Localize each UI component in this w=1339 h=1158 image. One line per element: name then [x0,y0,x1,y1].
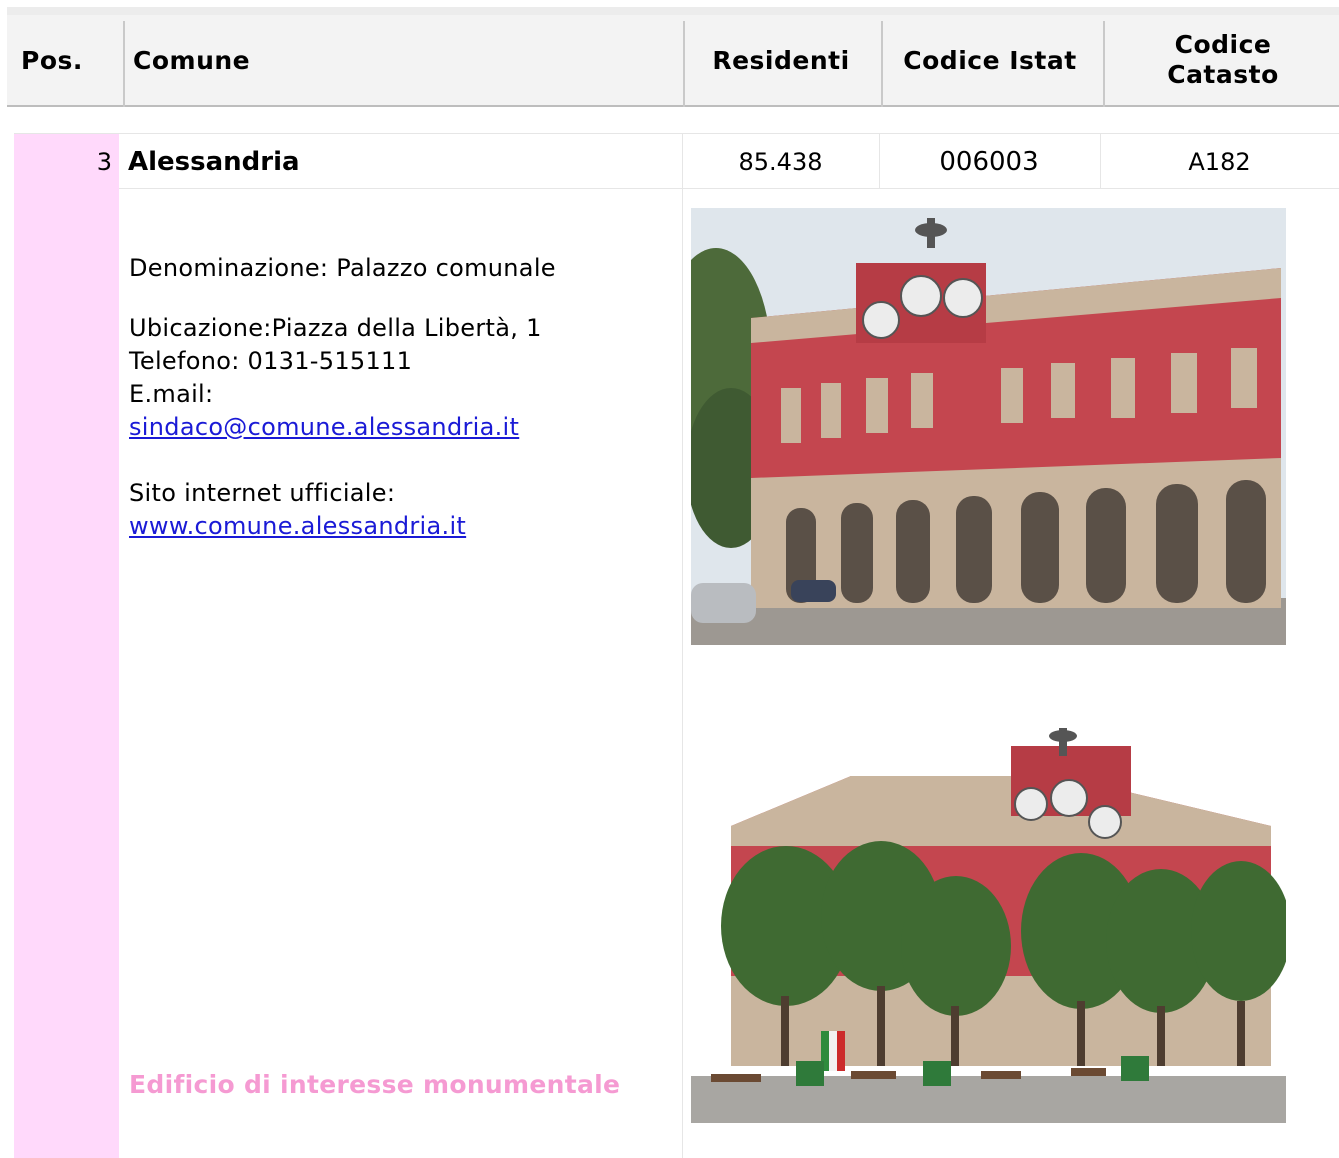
telefono-text: Telefono: 0131-515111 [129,347,413,375]
monument-note: Edificio di interesse monumentale [129,1070,621,1099]
header-divider [1103,21,1105,107]
header-divider [881,21,883,107]
row-bottom-border [119,188,1339,189]
palazzo-photo-piazza [691,676,1286,1123]
website-link[interactable]: www.comune.alessandria.it [129,512,466,540]
pos-column-background [14,134,119,1158]
header-pos: Pos. [21,45,83,75]
email-link-wrap: sindaco@comune.alessandria.it [129,411,519,444]
palazzo-photo-front [691,208,1286,645]
denominazione-text: Denominazione: Palazzo comunale [129,254,556,282]
header-codice-catasto: Codice Catasto [1107,15,1339,105]
header-band: Pos. Comune Residenti Codice Istat Codic… [7,15,1339,107]
cell-divider [682,134,683,1158]
header-residenti: Residenti [712,45,850,75]
header-comune: Comune [133,45,251,75]
row-codice-catasto: A182 [1188,147,1251,176]
header-catasto-line2: Catasto [1167,60,1279,89]
sito-label: Sito internet ufficiale: [129,479,396,507]
email-label: E.mail: [129,380,214,408]
header-codice-istat: Codice Istat [903,45,1077,75]
header-divider [683,21,685,107]
table-header: Pos. Comune Residenti Codice Istat Codic… [7,7,1339,107]
palazzo-photo-front-image [691,208,1286,645]
header-divider [123,21,125,107]
row-comune-name: Alessandria [128,146,300,177]
palazzo-photo-piazza-image [691,676,1286,1123]
sito-link-wrap: www.comune.alessandria.it [129,510,466,543]
email-link[interactable]: sindaco@comune.alessandria.it [129,413,519,441]
row-residenti: 85.438 [738,147,823,176]
header-catasto-line1: Codice [1174,30,1272,59]
row-pos: 3 [96,147,112,176]
ubicazione-text: Ubicazione:Piazza della Libertà, 1 [129,314,542,342]
row-codice-istat: 006003 [939,146,1039,177]
